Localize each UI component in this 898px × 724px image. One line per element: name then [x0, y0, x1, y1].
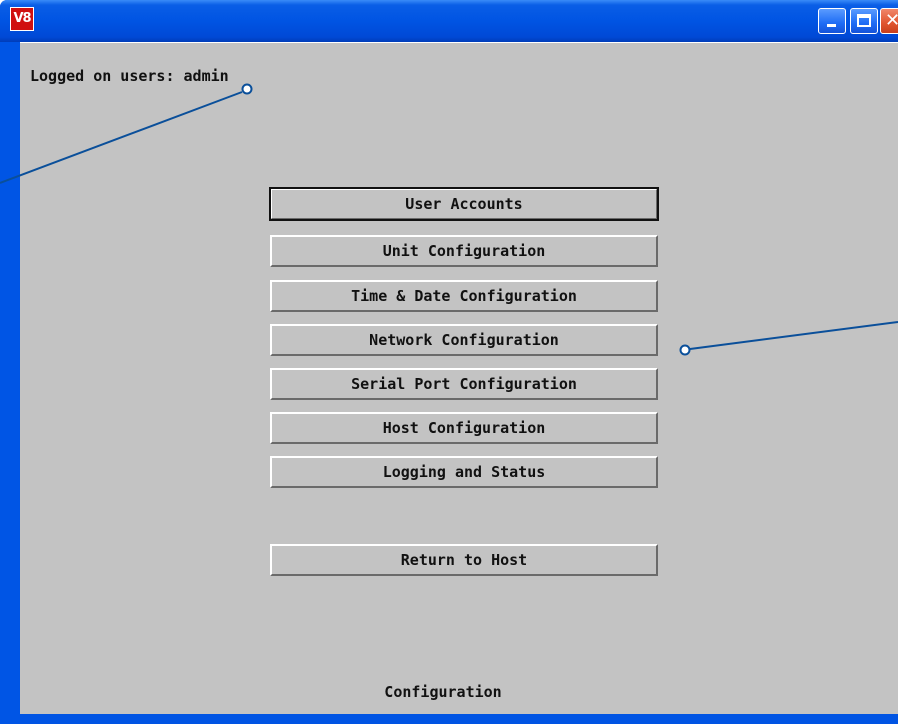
- network-configuration-button[interactable]: Network Configuration: [270, 324, 658, 356]
- title-bar[interactable]: V8 ✕: [0, 0, 898, 42]
- minimize-icon: [827, 24, 836, 27]
- time-date-configuration-button[interactable]: Time & Date Configuration: [270, 280, 658, 312]
- maximize-button[interactable]: [850, 8, 878, 34]
- app-window: V8 ✕ Logged on users: admin User Account…: [0, 0, 898, 724]
- unit-configuration-button[interactable]: Unit Configuration: [270, 235, 658, 267]
- return-to-host-button[interactable]: Return to Host: [270, 544, 658, 576]
- app-logo-icon: V8: [10, 7, 34, 31]
- logged-on-users-label: Logged on users: admin: [30, 67, 229, 85]
- configuration-panel: Logged on users: admin User Accounts Uni…: [20, 42, 898, 714]
- screen-title: Configuration: [384, 683, 502, 701]
- logging-and-status-button[interactable]: Logging and Status: [270, 456, 658, 488]
- serial-port-configuration-button[interactable]: Serial Port Configuration: [270, 368, 658, 400]
- close-button[interactable]: ✕: [880, 8, 898, 34]
- close-icon: ✕: [885, 10, 898, 31]
- maximize-icon: [857, 14, 871, 27]
- minimize-button[interactable]: [818, 8, 846, 34]
- user-accounts-button[interactable]: User Accounts: [269, 187, 659, 221]
- window-bottom-border: [20, 714, 898, 724]
- host-configuration-button[interactable]: Host Configuration: [270, 412, 658, 444]
